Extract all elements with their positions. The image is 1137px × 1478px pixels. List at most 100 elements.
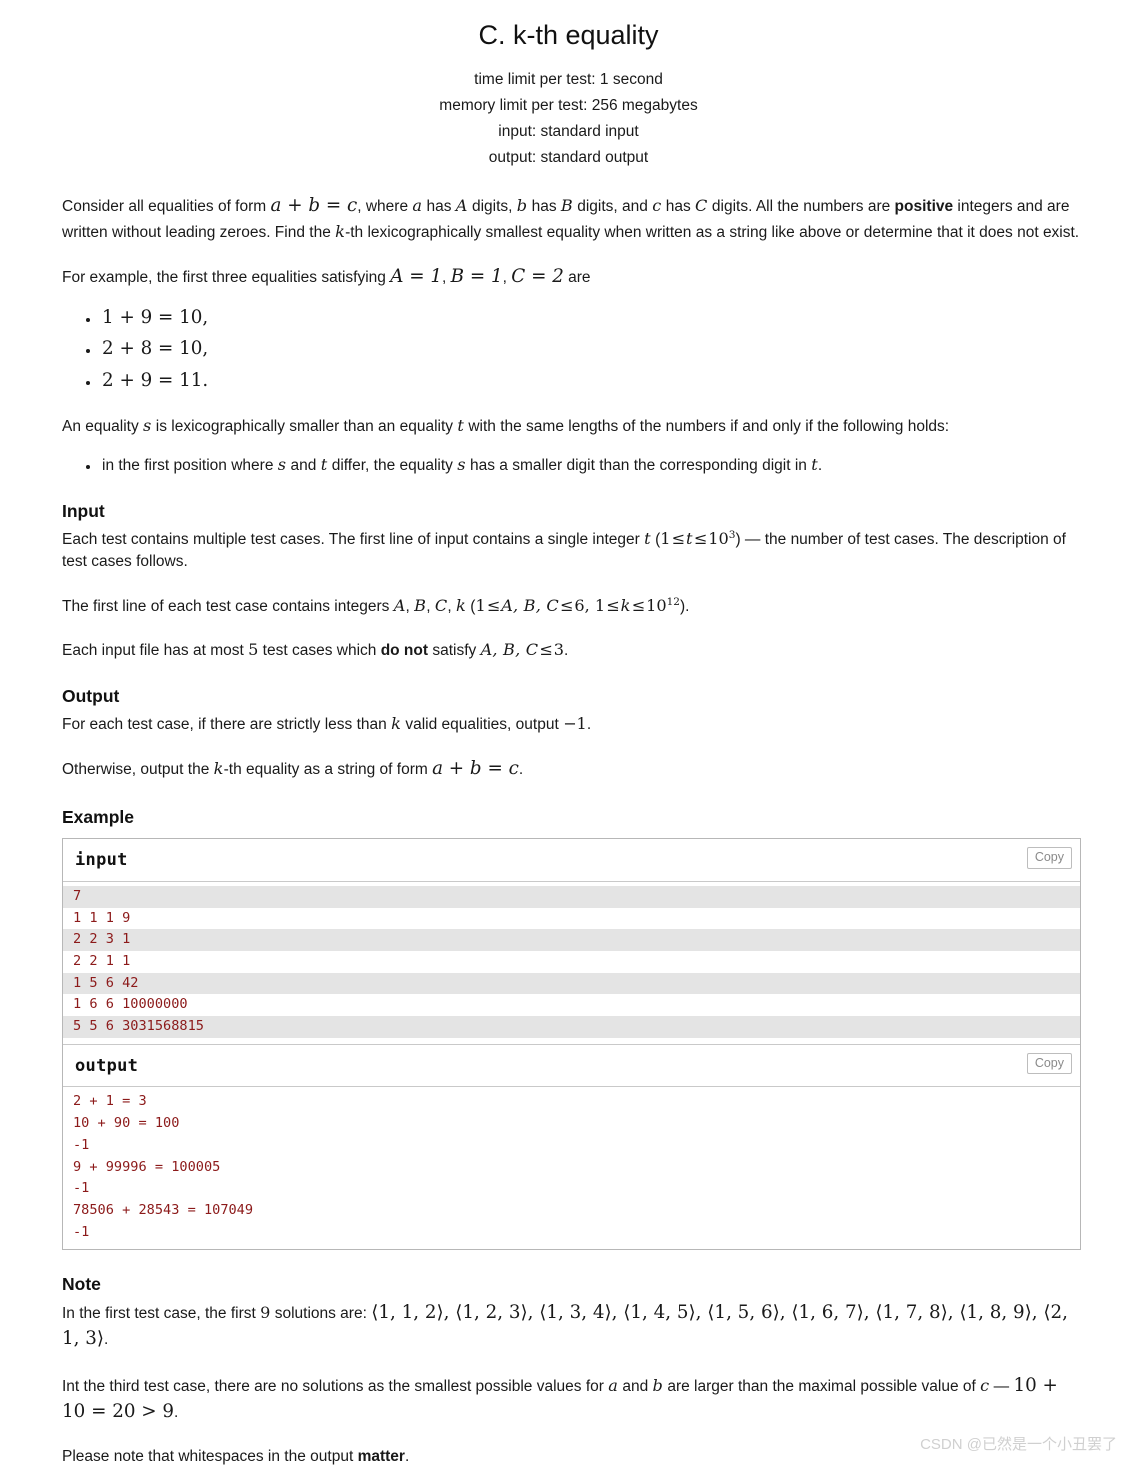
inp-p2-a: The first line of each test case contain…: [62, 597, 394, 615]
le-operator: ≤: [606, 595, 620, 615]
const-1: 1: [660, 528, 671, 548]
stmt-p1-f: digits, and: [572, 198, 653, 216]
output-mode: output: standard output: [488, 149, 649, 167]
inp-p3-d: .: [564, 641, 569, 659]
note-p1-b: solutions are:: [270, 1304, 372, 1322]
out-p2-c: .: [518, 761, 524, 779]
stmt-p1-c: has: [422, 198, 456, 216]
note-p2-d: —: [989, 1377, 1014, 1395]
io-line: 7: [63, 885, 1080, 908]
formula-a-plus-b-eq-c: a + b = c: [432, 758, 519, 780]
const-3: 3: [553, 639, 565, 659]
inp-p3-c: satisfy: [428, 641, 481, 659]
list-item: 2 + 8 = 10,: [100, 336, 1081, 363]
out-p2-b: -th equality as a string of form: [223, 761, 433, 779]
formula-a-plus-b-eq-c: a + b = c: [270, 195, 358, 217]
stmt-p3-c: with the same lengths of the numbers if …: [464, 418, 950, 436]
io-line: 9 + 99996 = 100005: [73, 1158, 221, 1175]
var-t: t: [686, 528, 693, 548]
vars-ABC: A, B, C: [480, 639, 539, 659]
formula-A-eq-1: A = 1: [390, 266, 443, 288]
output-paragraph-1: For each test case, if there are strictl…: [62, 712, 1081, 736]
io-line: 1 1 1 9: [73, 909, 131, 926]
copy-input-button[interactable]: Copy: [1026, 847, 1072, 869]
output-title-bar: output Copy: [63, 1043, 1080, 1088]
const-10: 10: [708, 528, 729, 548]
input-paragraph-2: The first line of each test case contain…: [62, 595, 690, 615]
stmt-p3-b: is lexicographically smaller than an equ…: [151, 418, 458, 436]
statement-paragraph-1: Consider all equalities of form a + b = …: [62, 193, 1081, 244]
io-line: 2 + 1 = 3: [73, 1093, 147, 1110]
const-minus-1: −1: [563, 713, 587, 733]
io-line: 1 5 6 42: [63, 972, 1080, 995]
var-b: b: [652, 1375, 664, 1395]
list-item: in the first position where s and t diff…: [100, 453, 1081, 477]
io-line: 2 2 1 1: [73, 952, 131, 969]
note-p1-c: .: [104, 1331, 109, 1349]
lex-e: .: [817, 456, 823, 474]
var-s: s: [457, 454, 466, 474]
stmt-p3-a: An equality: [62, 418, 143, 436]
const-1: 1: [475, 595, 486, 615]
problem-page: C. k-th equality time limit per test: 1 …: [0, 0, 1137, 1468]
var-b: b: [516, 196, 528, 216]
example-block: input Copy 7 1 1 1 9 2 2 3 1 2 2 1 1 1 5…: [62, 838, 1081, 1251]
list-item: 1 + 9 = 10,: [100, 305, 1081, 332]
var-k: k: [335, 221, 346, 241]
var-B: B: [414, 595, 427, 615]
emphasis-matter: matter: [357, 1447, 405, 1465]
watermark: CSDN @已然是一个小丑罢了: [920, 1436, 1117, 1454]
inp-p1-b: (: [650, 530, 661, 548]
equality-2: 2 + 8 = 10,: [102, 338, 209, 360]
output-label: output: [75, 1055, 139, 1076]
lex-d: has a smaller digit than the correspondi…: [465, 456, 812, 474]
note-p2-e: .: [174, 1404, 179, 1422]
emphasis-positive: positive: [894, 198, 954, 216]
var-a: a: [608, 1375, 619, 1395]
io-line: 2 2 3 1: [63, 929, 1080, 951]
formula-C-eq-2: C = 2: [511, 266, 564, 288]
le-operator: ≤: [486, 595, 501, 615]
io-line: -1: [73, 1223, 90, 1240]
emphasis-do-not: do not: [380, 641, 429, 659]
equality-1: 1 + 9 = 10,: [102, 306, 209, 328]
var-C: C: [695, 196, 708, 216]
lex-b: and: [286, 456, 321, 474]
lexicographic-rule-list: in the first position where s and t diff…: [62, 453, 1081, 477]
input-mode: input: standard input: [498, 123, 639, 141]
io-line: 1 6 6 10000000: [73, 996, 188, 1013]
io-line: -1: [73, 1136, 90, 1153]
note-p2-a: Int the third test case, there are no so…: [62, 1377, 609, 1395]
list-item: 2 + 9 = 11.: [100, 368, 1081, 395]
var-a: a: [412, 196, 423, 216]
note-p1-a: In the first test case, the first: [62, 1304, 261, 1322]
var-t: t: [457, 416, 465, 436]
io-line: 10 + 90 = 100: [73, 1115, 180, 1132]
copy-output-button[interactable]: Copy: [1026, 1052, 1072, 1075]
var-k: k: [213, 759, 224, 779]
var-A: A: [455, 196, 468, 216]
example-equalities-list: 1 + 9 = 10, 2 + 8 = 10, 2 + 9 = 11.: [62, 305, 1081, 395]
le-operator: ≤: [631, 595, 646, 615]
const-9: 9: [260, 1302, 271, 1322]
problem-content: Consider all equalities of form a + b = …: [0, 193, 1137, 1468]
le-operator: ≤: [693, 528, 708, 548]
output-paragraph-2: Otherwise, output the k-th equality as a…: [62, 756, 1081, 783]
exponent-12: 12: [666, 595, 680, 608]
io-line: 78506 + 28543 = 107049: [73, 1201, 254, 1218]
equality-3: 2 + 9 = 11.: [102, 369, 209, 391]
const-5: 5: [248, 639, 259, 659]
var-C: C: [434, 595, 448, 615]
page-title: C. k-th equality: [478, 20, 659, 50]
var-B: B: [560, 196, 573, 216]
memory-limit: memory limit per test: 256 megabytes: [439, 97, 698, 115]
le-operator: ≤: [539, 639, 553, 659]
out-p2-a: Otherwise, output the: [62, 761, 214, 779]
stmt-p2-a: For example, the first three equalities …: [62, 269, 391, 287]
le-operator: ≤: [559, 595, 574, 615]
input-paragraph-3: Each input file has at most 5 test cases…: [62, 638, 1081, 662]
lex-a: in the first position where: [102, 456, 278, 474]
stmt-p2-sep2: ,: [502, 269, 512, 287]
const-10: 10: [646, 595, 667, 615]
stmt-p1-j: -th lexicographically smallest equality …: [345, 223, 1080, 241]
